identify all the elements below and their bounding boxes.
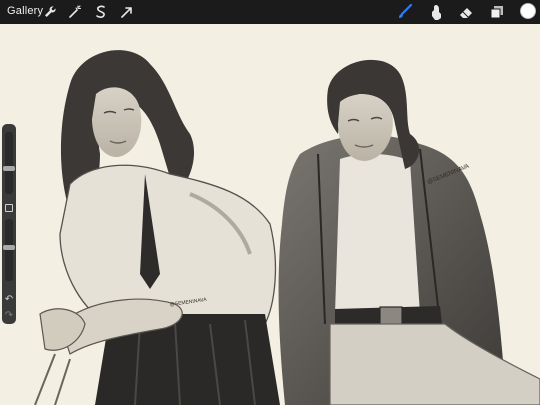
smudge-icon[interactable] bbox=[427, 3, 445, 21]
opacity-slider-handle[interactable] bbox=[3, 244, 15, 250]
wrench-icon[interactable] bbox=[41, 3, 59, 21]
brush-icon[interactable] bbox=[396, 3, 414, 21]
layers-icon[interactable] bbox=[488, 3, 506, 21]
right-figure-shirt bbox=[335, 153, 420, 314]
opacity-slider[interactable] bbox=[5, 219, 13, 281]
gallery-button[interactable]: Gallery bbox=[7, 5, 43, 17]
magic-wand-icon[interactable] bbox=[66, 3, 84, 21]
artwork-illustration: @SEMENINAVA @SEMENINAVA bbox=[34, 50, 540, 405]
drawing-canvas[interactable]: @SEMENINAVA @SEMENINAVA bbox=[0, 24, 540, 405]
undo-icon[interactable]: ↶ bbox=[3, 294, 15, 306]
transform-arrow-icon[interactable] bbox=[118, 3, 136, 21]
eraser-icon[interactable] bbox=[457, 3, 475, 21]
top-toolbar: Gallery bbox=[0, 0, 540, 24]
redo-icon[interactable]: ↷ bbox=[3, 310, 15, 322]
brush-size-slider[interactable] bbox=[5, 132, 13, 194]
modify-button[interactable] bbox=[5, 204, 13, 212]
color-picker-button[interactable] bbox=[520, 3, 536, 19]
brush-size-slider-handle[interactable] bbox=[3, 166, 15, 172]
left-figure-face bbox=[92, 87, 142, 158]
side-toolbar: ↶ ↷ bbox=[2, 124, 16, 324]
right-figure-jeans bbox=[329, 323, 540, 405]
left-figure-shirt bbox=[59, 164, 277, 325]
selection-icon[interactable] bbox=[92, 3, 110, 21]
